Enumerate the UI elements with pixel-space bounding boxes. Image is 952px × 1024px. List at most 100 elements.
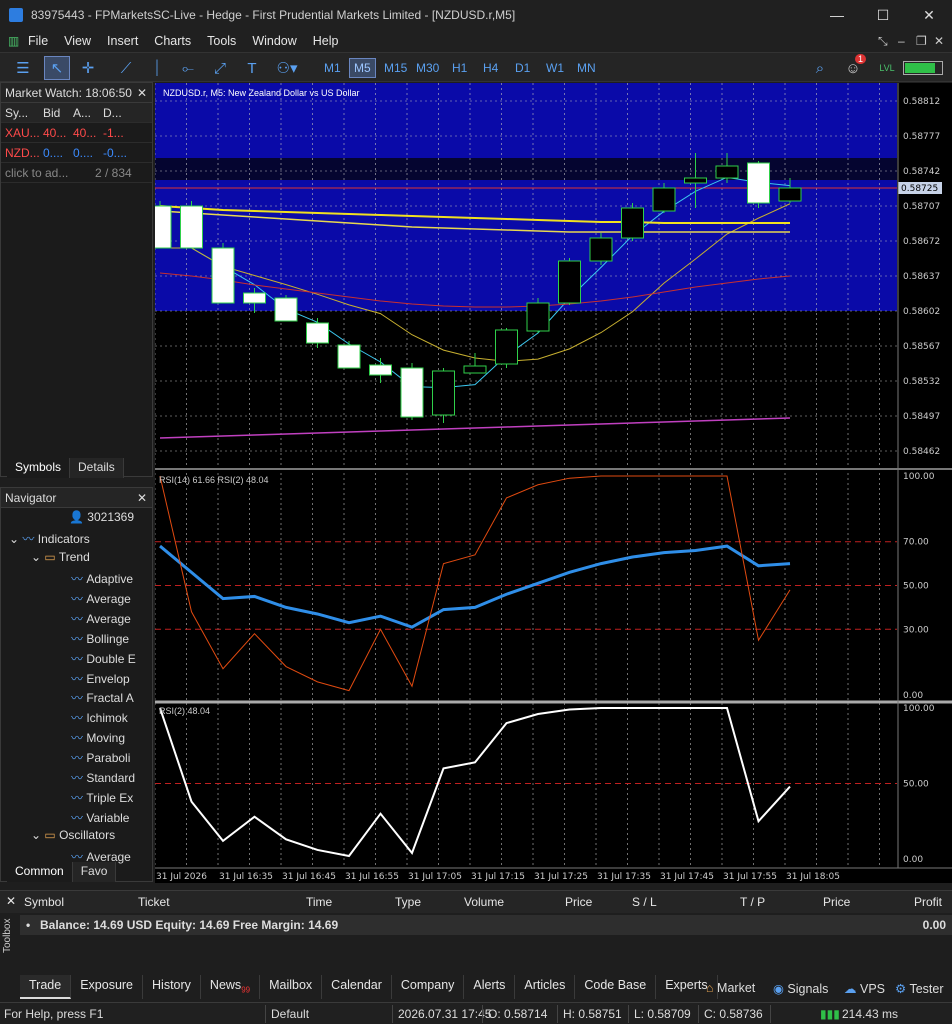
tab-mailbox[interactable]: Mailbox bbox=[260, 975, 323, 999]
col-symbol[interactable]: Symbol bbox=[24, 895, 64, 909]
col-type[interactable]: Type bbox=[395, 895, 421, 909]
close-icon[interactable]: ✕ bbox=[137, 491, 147, 505]
tf-m15[interactable]: M15 bbox=[380, 58, 411, 78]
lvl-icon[interactable]: LVL bbox=[876, 56, 898, 80]
cursor-icon[interactable]: ↖ bbox=[44, 56, 70, 80]
tab-alerts[interactable]: Alerts bbox=[464, 975, 516, 999]
tab-common[interactable]: Common bbox=[7, 862, 73, 882]
tf-mn[interactable]: MN bbox=[573, 58, 600, 78]
pin-icon[interactable]: ⤡ bbox=[878, 34, 888, 49]
col-ask[interactable]: A... bbox=[69, 106, 99, 120]
tab-calendar[interactable]: Calendar bbox=[322, 975, 392, 999]
signals-link[interactable]: ◉ Signals bbox=[773, 981, 828, 996]
status-profile[interactable]: Default bbox=[271, 1007, 309, 1021]
tester-link[interactable]: ⚙ Tester bbox=[895, 981, 944, 996]
tab-news[interactable]: News99 bbox=[201, 975, 261, 999]
search-icon[interactable]: ⌕ bbox=[808, 56, 832, 80]
horizontal-line-icon[interactable]: ⟜ bbox=[176, 56, 200, 80]
col-symbol[interactable]: Sy... bbox=[1, 106, 39, 120]
col-tp[interactable]: T / P bbox=[740, 895, 765, 909]
add-symbol-input[interactable]: click to ad... bbox=[1, 166, 87, 180]
nav-trend-item[interactable]: 〰 Triple Ex bbox=[71, 789, 133, 806]
user-icon: 👤 bbox=[69, 510, 84, 524]
col-price-current[interactable]: Price bbox=[823, 895, 850, 909]
tab-details[interactable]: Details bbox=[70, 458, 124, 478]
tf-w1[interactable]: W1 bbox=[542, 58, 568, 78]
nav-oscillators[interactable]: ⌄ ▭ Oscillators bbox=[31, 828, 115, 842]
price-tick: 0.58462 bbox=[903, 447, 940, 457]
col-ticket[interactable]: Ticket bbox=[138, 895, 170, 909]
nav-trend[interactable]: ⌄ ▭ Trend bbox=[31, 550, 90, 564]
menu-lines-icon[interactable]: ☰ bbox=[8, 56, 38, 80]
vps-link[interactable]: ☁ VPS bbox=[844, 981, 885, 996]
menu-view[interactable]: View bbox=[56, 34, 99, 48]
tab-company[interactable]: Company bbox=[392, 975, 465, 999]
nav-trend-item[interactable]: 〰 Ichimok bbox=[71, 709, 128, 726]
chart-window[interactable]: 0.58812 0.58777 0.58742 0.58707 0.58672 0.586… bbox=[148, 83, 952, 883]
text-icon[interactable]: T bbox=[240, 56, 264, 80]
restore-chart-icon[interactable]: ❐ bbox=[916, 34, 927, 48]
close-chart-icon[interactable]: ✕ bbox=[934, 34, 944, 48]
tab-favorites[interactable]: Favo bbox=[72, 862, 117, 882]
market-link[interactable]: ⌂ Market bbox=[706, 981, 755, 995]
nav-trend-item[interactable]: 〰 Moving bbox=[71, 729, 125, 746]
balance-row[interactable]: • Balance: 14.69 USD Equity: 14.69 Free … bbox=[20, 915, 952, 935]
trendline-icon[interactable]: ⟋ bbox=[114, 56, 138, 80]
crosshair-icon[interactable]: ✛ bbox=[76, 56, 100, 80]
time-tick: 31 Jul 17:35 bbox=[597, 872, 651, 882]
add-symbol-row[interactable]: click to ad... 2 / 834 bbox=[1, 163, 152, 183]
minimize-chart-icon[interactable]: – bbox=[898, 34, 905, 48]
col-volume[interactable]: Volume bbox=[464, 895, 504, 909]
tab-trade[interactable]: Trade bbox=[20, 975, 72, 999]
menu-file[interactable]: File bbox=[20, 34, 56, 48]
nav-trend-item[interactable]: 〰 Adaptive bbox=[71, 570, 133, 587]
maximize-button[interactable]: ☐ bbox=[860, 0, 906, 30]
signals-icon: ◉ bbox=[773, 982, 784, 996]
col-daily[interactable]: D... bbox=[99, 106, 129, 120]
nav-account[interactable]: 👤 3021369 bbox=[69, 510, 134, 524]
market-watch-row[interactable]: XAU... 40... 40... -1... bbox=[1, 123, 152, 143]
nav-trend-item[interactable]: 〰 Paraboli bbox=[71, 749, 130, 766]
notification-icon[interactable]: ☺ 1 bbox=[840, 54, 866, 80]
col-bid[interactable]: Bid bbox=[39, 106, 69, 120]
tab-articles[interactable]: Articles bbox=[515, 975, 576, 999]
col-sl[interactable]: S / L bbox=[632, 895, 657, 909]
tf-d1[interactable]: D1 bbox=[511, 58, 534, 78]
menu-tools[interactable]: Tools bbox=[199, 34, 244, 48]
tab-history[interactable]: History bbox=[143, 975, 201, 999]
tf-h4[interactable]: H4 bbox=[479, 58, 502, 78]
tf-h1[interactable]: H1 bbox=[448, 58, 471, 78]
menu-insert[interactable]: Insert bbox=[99, 34, 146, 48]
tab-code-base[interactable]: Code Base bbox=[575, 975, 657, 999]
nav-trend-item[interactable]: 〰 Average bbox=[71, 610, 131, 627]
nav-trend-item[interactable]: 〰 Envelop bbox=[71, 670, 130, 687]
close-button[interactable]: ✕ bbox=[906, 0, 952, 30]
nav-trend-item[interactable]: 〰 Bollinge bbox=[71, 630, 129, 647]
col-price[interactable]: Price bbox=[565, 895, 592, 909]
tf-m5[interactable]: M5 bbox=[349, 58, 376, 78]
vertical-line-icon[interactable]: ⏐ bbox=[146, 56, 168, 80]
nav-trend-item[interactable]: 〰 Average bbox=[71, 590, 131, 607]
col-time[interactable]: Time bbox=[306, 895, 332, 909]
trend-item-label: Triple Ex bbox=[86, 790, 134, 805]
menu-charts[interactable]: Charts bbox=[146, 34, 199, 48]
nav-trend-item[interactable]: 〰 Standard bbox=[71, 769, 135, 786]
market-watch-row[interactable]: NZD... 0.... 0.... -0.... bbox=[1, 143, 152, 163]
shapes-icon[interactable]: ⚇▾ bbox=[270, 56, 304, 80]
minimize-button[interactable]: — bbox=[814, 0, 860, 30]
tf-m30[interactable]: M30 bbox=[412, 58, 443, 78]
nav-trend-item[interactable]: 〰 Double E bbox=[71, 650, 136, 667]
nav-indicators[interactable]: ⌄ 〰 Indicators bbox=[9, 530, 90, 547]
col-profit[interactable]: Profit bbox=[914, 895, 942, 909]
menu-help[interactable]: Help bbox=[305, 34, 347, 48]
menu-window[interactable]: Window bbox=[244, 34, 304, 48]
tab-exposure[interactable]: Exposure bbox=[71, 975, 144, 999]
rsi2-tick: 100.00 bbox=[903, 704, 935, 714]
tf-m1[interactable]: M1 bbox=[320, 58, 345, 78]
nav-trend-item[interactable]: 〰 Fractal A bbox=[71, 689, 134, 706]
tab-symbols[interactable]: Symbols bbox=[7, 458, 71, 478]
nav-trend-item[interactable]: 〰 Variable bbox=[71, 809, 129, 826]
chart-svg[interactable]: 0.58812 0.58777 0.58742 0.58707 0.58672 0.586… bbox=[148, 83, 952, 883]
close-icon[interactable]: ✕ bbox=[137, 86, 147, 100]
channel-icon[interactable]: ⤢ bbox=[208, 56, 232, 80]
